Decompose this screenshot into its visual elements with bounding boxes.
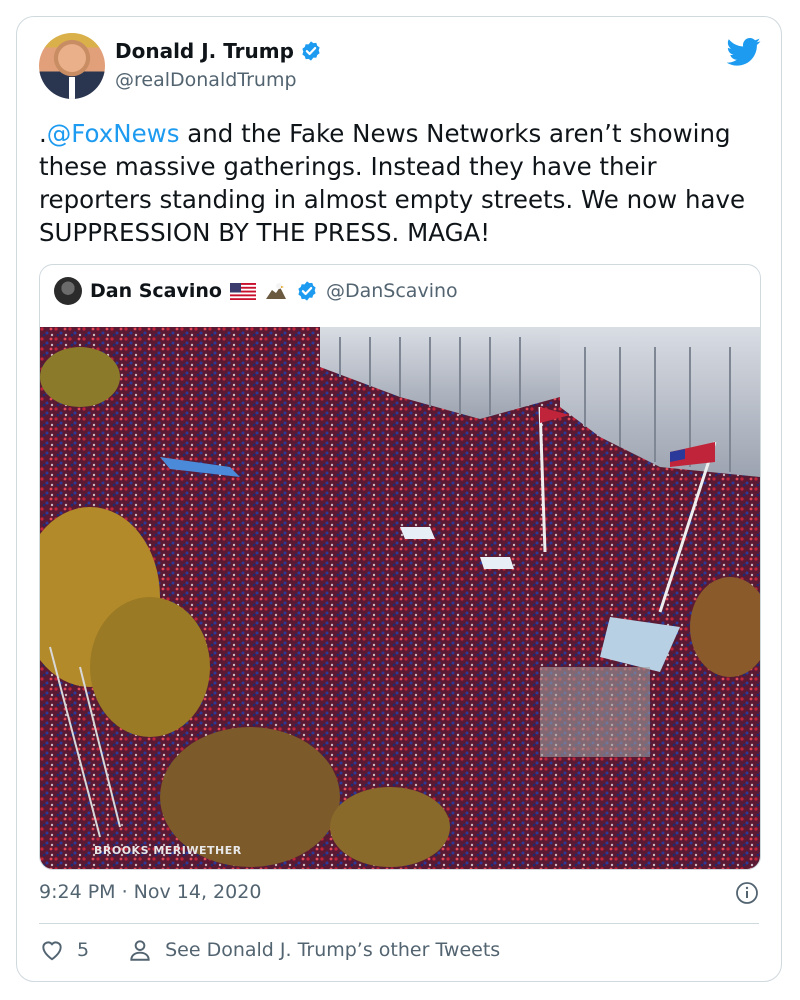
heart-icon <box>42 941 62 961</box>
eagle-icon <box>265 283 286 299</box>
tweet-prefix: . <box>39 119 47 148</box>
other-tweets-label: See Donald J. Trump’s other Tweets <box>165 939 501 961</box>
author-name[interactable]: Donald J. Trump <box>115 39 294 63</box>
us-flag-icon <box>229 282 256 300</box>
tweet-actions: 5 See Donald J. Trump’s other Tweets <box>39 937 500 963</box>
author-name-row: Donald J. Trump <box>115 39 322 63</box>
like-count: 5 <box>77 939 90 961</box>
divider <box>39 923 759 924</box>
rally-crowd-photo[interactable] <box>40 327 760 869</box>
verified-badge-icon <box>302 41 320 61</box>
tweet-card: Donald J. Trump @realDonaldTrump .@FoxNe… <box>16 16 782 982</box>
like-button[interactable]: 5 <box>39 937 89 963</box>
info-icon[interactable] <box>735 881 759 905</box>
twitter-bird-icon[interactable] <box>727 37 761 67</box>
mention-link[interactable]: @FoxNews <box>47 119 180 148</box>
quoted-handle[interactable]: @DanScavino <box>326 280 458 302</box>
quoted-tweet[interactable]: Dan Scavino @DanScavino BROOKS MERIWETHE… <box>39 264 761 870</box>
person-icon <box>130 940 150 961</box>
quoted-header: Dan Scavino @DanScavino <box>54 277 458 305</box>
tweet-text: .@FoxNews and the Fake News Networks are… <box>39 117 769 249</box>
author-handle[interactable]: @realDonaldTrump <box>115 69 297 91</box>
photo-watermark: BROOKS MERIWETHER <box>94 844 242 857</box>
quoted-verified-badge-icon <box>298 281 316 301</box>
quoted-name[interactable]: Dan Scavino <box>90 280 222 302</box>
other-tweets-link[interactable]: See Donald J. Trump’s other Tweets <box>127 937 500 963</box>
author-avatar[interactable] <box>39 33 105 99</box>
tweet-timestamp[interactable]: 9:24 PM · Nov 14, 2020 <box>39 881 261 903</box>
quoted-avatar[interactable] <box>54 277 82 305</box>
